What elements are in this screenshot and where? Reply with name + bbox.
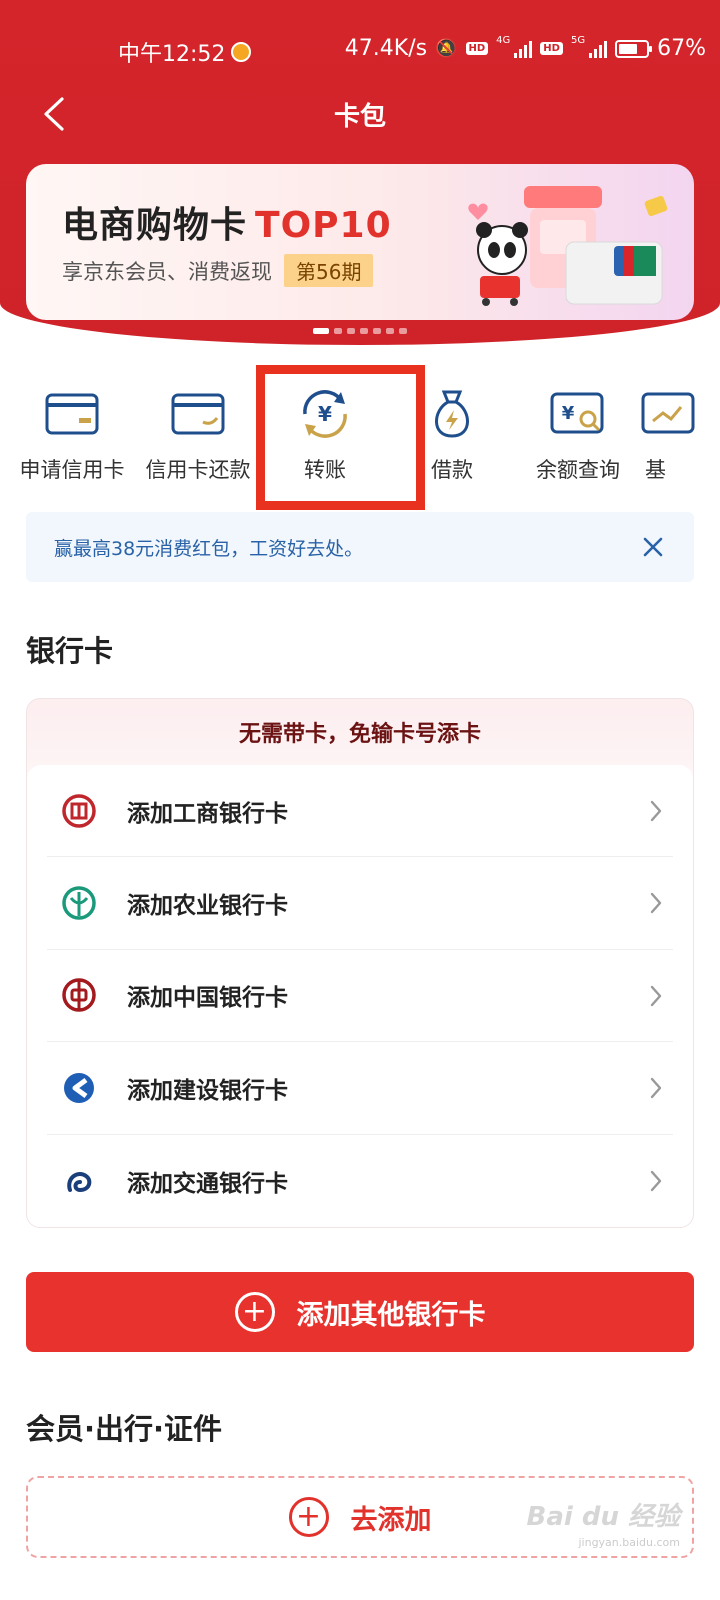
network-speed: 47.4K/s (344, 36, 428, 61)
battery-icon (615, 39, 653, 58)
bank-row-ccb[interactable]: 添加建设银行卡 (47, 1042, 673, 1135)
fund-icon (641, 386, 701, 442)
bank-label: 添加建设银行卡 (127, 1077, 288, 1104)
watermark: Bai du 经验 (526, 1502, 681, 1532)
promo-banner[interactable]: 电商购物卡 TOP10 享京东会员、消费返现 第56期 (26, 164, 694, 320)
battery-percent: 67% (657, 36, 706, 61)
banner-title-highlight: TOP10 (255, 205, 392, 246)
hd-badge-2: HD (540, 42, 563, 55)
banner-subtitle-row: 享京东会员、消费返现 第56期 (62, 254, 374, 287)
banner-subtitle: 享京东会员、消费返现 (62, 259, 272, 284)
bank-section-title: 银行卡 (26, 634, 114, 668)
quick-label: 余额查询 (536, 458, 620, 482)
quick-balance-query[interactable]: ¥ 余额查询 (515, 386, 641, 496)
abc-logo-icon (59, 883, 99, 923)
bank-card-box: 无需带卡，免输卡号添卡 添加工商银行卡 添加农业银行卡 添加中国银行卡 添加建设… (26, 698, 694, 1228)
watermark-sub: jingyan.baidu.com (578, 1536, 680, 1549)
notification-dot-icon (231, 42, 252, 62)
quick-label: 申请信用卡 (19, 458, 125, 482)
mute-bell-icon: 🔕 (435, 38, 458, 59)
bank-list: 添加工商银行卡 添加农业银行卡 添加中国银行卡 添加建设银行卡 添加交通银行卡 (27, 765, 693, 1227)
pagination-dot (313, 328, 329, 334)
pagination-dot (373, 328, 381, 334)
transfer-highlight-box (256, 365, 425, 510)
add-other-bank-label: 添加其他银行卡 (296, 1299, 486, 1331)
banner-illustration (468, 186, 668, 306)
banner-issue-badge: 第56期 (284, 254, 374, 287)
bank-row-icbc[interactable]: 添加工商银行卡 (47, 765, 673, 858)
top-nav: 卡包 (0, 88, 720, 138)
pagination-dot (360, 328, 368, 334)
banner-pagination (0, 328, 720, 334)
chevron-right-icon (650, 893, 662, 914)
icbc-logo-icon (59, 791, 99, 831)
network-type-2: 5G (570, 35, 586, 46)
chevron-right-icon (650, 800, 662, 822)
quick-label: 信用卡还款 (145, 458, 251, 482)
quick-label: 借款 (431, 458, 473, 482)
close-icon[interactable] (636, 530, 670, 564)
quick-fund[interactable]: 基 (641, 386, 720, 496)
balance-search-icon: ¥ (548, 386, 608, 442)
status-bar: 中午12:52 47.4K/s 🔕 HD 4G HD 5G 67% (0, 28, 720, 72)
status-time: 中午12:52 (118, 42, 226, 67)
bank-label: 添加工商银行卡 (127, 800, 288, 827)
hd-badge-1: HD (465, 42, 489, 55)
pagination-dot (347, 328, 355, 334)
bank-row-bocom[interactable]: 添加交通银行卡 (47, 1135, 673, 1227)
banner-title-text: 电商购物卡 (62, 205, 248, 246)
credit-card-icon (42, 386, 102, 442)
pagination-dot (386, 328, 394, 334)
plus-circle-icon: + (288, 1497, 329, 1537)
promo-tip[interactable]: 赢最高38元消费红包，工资好去处。 (26, 512, 694, 582)
bank-label: 添加中国银行卡 (127, 985, 288, 1012)
bank-label: 添加农业银行卡 (127, 893, 288, 920)
chevron-right-icon (650, 1170, 662, 1191)
boc-logo-icon (59, 975, 99, 1015)
membership-section-title: 会员·出行·证件 (26, 1412, 223, 1446)
plus-circle-icon: + (234, 1292, 275, 1332)
quick-label: 基 (645, 458, 666, 482)
bank-label: 添加交通银行卡 (127, 1170, 288, 1197)
banner-title: 电商购物卡 TOP10 (62, 196, 392, 248)
chevron-right-icon (650, 985, 662, 1006)
pagination-dot (334, 328, 342, 334)
promo-text: 赢最高38元消费红包，工资好去处。 (54, 537, 364, 560)
pagination-dot (399, 328, 407, 334)
bank-box-header: 无需带卡，免输卡号添卡 (238, 722, 481, 747)
chevron-right-icon (650, 1077, 662, 1099)
signal-icon-1 (514, 40, 533, 58)
go-add-label: 去添加 (350, 1504, 432, 1536)
signal-icon-2 (589, 40, 608, 58)
quick-apply-credit-card[interactable]: 申请信用卡 (9, 386, 135, 496)
ccb-logo-icon (59, 1068, 99, 1108)
status-time-group: 中午12:52 (118, 36, 252, 68)
battery-fill (619, 43, 637, 54)
quick-credit-card-repay[interactable]: 信用卡还款 (135, 386, 261, 496)
add-other-bank-button[interactable]: + 添加其他银行卡 (26, 1272, 694, 1352)
network-type-1: 4G (496, 35, 511, 46)
bocom-logo-icon (59, 1161, 99, 1201)
status-indicators: 47.4K/s 🔕 HD 4G HD 5G 67% (344, 35, 706, 61)
svg-text:¥: ¥ (562, 403, 575, 424)
page-title: 卡包 (333, 102, 386, 132)
bank-row-boc[interactable]: 添加中国银行卡 (47, 950, 673, 1043)
loan-bag-icon (422, 386, 482, 442)
card-repay-icon (168, 386, 228, 442)
bank-row-abc[interactable]: 添加农业银行卡 (47, 857, 673, 950)
